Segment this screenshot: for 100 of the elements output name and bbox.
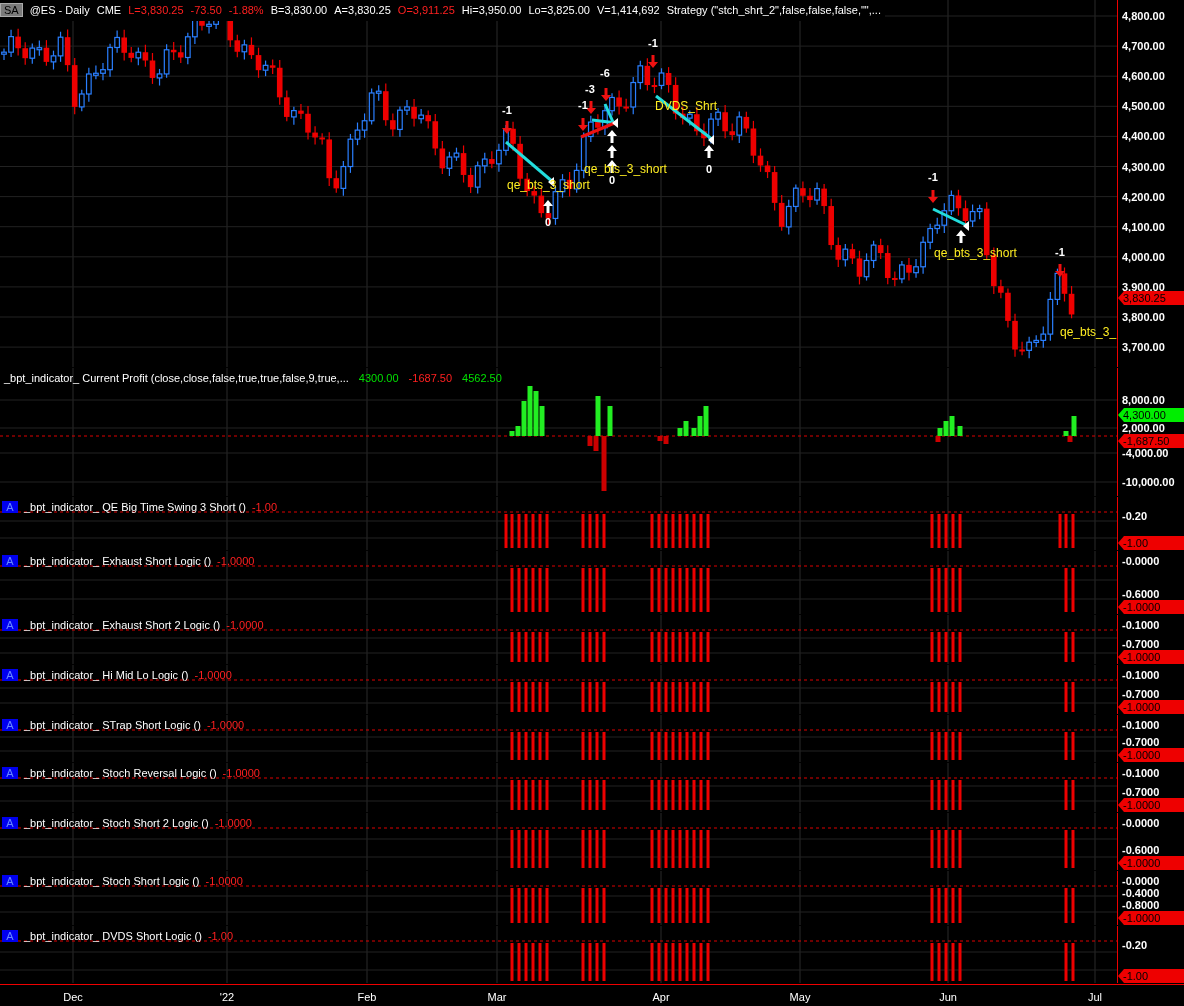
signal-bar — [538, 888, 542, 923]
signal-bar — [664, 830, 668, 868]
signal-bar — [581, 682, 585, 712]
signal-bar — [545, 732, 549, 760]
date-label: Jun — [939, 990, 957, 1005]
signal-bar — [1064, 632, 1068, 662]
signal-bar — [650, 568, 654, 612]
signal-bar — [517, 732, 521, 760]
signal-count: -6 — [600, 68, 610, 79]
signal-bar — [664, 568, 668, 612]
signal-bar — [517, 830, 521, 868]
signal-bar — [958, 943, 962, 981]
signal-bar — [650, 632, 654, 662]
signal-bar — [930, 888, 934, 923]
indicator-value: -1.0000 — [222, 766, 260, 781]
signal-bar — [588, 632, 592, 662]
signal-bar — [671, 732, 675, 760]
signal-bar — [538, 943, 542, 981]
signal-bar — [545, 943, 549, 981]
signal-bar — [1064, 682, 1068, 712]
signal-bar — [538, 632, 542, 662]
signal-bar — [595, 830, 599, 868]
signal-bar — [1064, 830, 1068, 868]
axis-label: 4,200.00 — [1122, 191, 1165, 203]
signal-bar — [588, 780, 592, 810]
signal-bar — [685, 888, 689, 923]
signal-bar — [699, 943, 703, 981]
signal-bar — [588, 830, 592, 868]
axis-label: -0.1000 — [1122, 719, 1160, 731]
signal-label: qe_bts_3_ — [1060, 326, 1117, 338]
indicator-value: -1.0000 — [205, 874, 243, 889]
signal-bar — [581, 780, 585, 810]
signal-bar — [545, 514, 549, 548]
signal-bar — [510, 888, 514, 923]
signal-bar — [958, 780, 962, 810]
value-marker: -1.0000 — [1118, 856, 1184, 870]
signal-bar — [602, 514, 606, 548]
signal-bar — [678, 780, 682, 810]
signal-bar — [510, 780, 514, 810]
signal-bar — [657, 632, 661, 662]
signal-bar — [937, 732, 941, 760]
axis-label: 4,400.00 — [1122, 130, 1165, 142]
signal-bar — [531, 888, 535, 923]
date-label: Dec — [63, 990, 83, 1005]
signal-bar — [678, 514, 682, 548]
indicator-badge: A — [2, 930, 18, 943]
signal-bar — [581, 943, 585, 981]
signal-bar — [650, 943, 654, 981]
signal-bar — [545, 682, 549, 712]
signal-bar — [602, 632, 606, 662]
signal-bar — [602, 830, 606, 868]
signal-bar — [588, 682, 592, 712]
signal-bar — [510, 732, 514, 760]
signal-bar — [1071, 632, 1075, 662]
signal-bar — [678, 568, 682, 612]
signal-bar — [930, 632, 934, 662]
signal-bar — [595, 682, 599, 712]
value-marker: -1.0000 — [1118, 700, 1184, 714]
signal-bar — [531, 943, 535, 981]
axis-label: -0.1000 — [1122, 767, 1160, 779]
signal-bar — [944, 780, 948, 810]
signal-bar — [650, 732, 654, 760]
signal-bar — [951, 514, 955, 548]
axis-label: 4,500.00 — [1122, 100, 1165, 112]
axis-label: -0.20 — [1122, 510, 1148, 522]
signal-bar — [678, 943, 682, 981]
signal-bar — [531, 514, 535, 548]
indicator-value: -1.0000 — [206, 718, 245, 733]
axis-label: -0.4000 — [1122, 887, 1160, 899]
signal-bar — [1071, 732, 1075, 760]
indicator-title: _bpt_indicator_ Exhaust Short 2 Logic () — [24, 618, 221, 633]
signal-bar — [538, 514, 542, 548]
signal-bar — [692, 830, 696, 868]
header-field: Lo=3,825.00 — [528, 2, 590, 19]
signal-bar — [538, 830, 542, 868]
indicator-badge: A — [2, 817, 18, 830]
header-field: B=3,830.00 — [270, 2, 328, 19]
signal-bar — [671, 514, 675, 548]
signal-bar — [581, 632, 585, 662]
indicator-badge: A — [2, 875, 18, 888]
signal-bar — [538, 780, 542, 810]
signal-bar — [602, 568, 606, 612]
signal-bar — [930, 780, 934, 810]
axis-label: -0.7000 — [1122, 688, 1160, 700]
axis-label: -0.7000 — [1122, 638, 1160, 650]
signal-bar — [538, 568, 542, 612]
signal-bar — [602, 780, 606, 810]
signal-bar — [1071, 682, 1075, 712]
indicator-badge: A — [2, 501, 18, 514]
date-label: Mar — [487, 990, 507, 1005]
signal-bar — [524, 888, 528, 923]
signal-bar — [699, 514, 703, 548]
symbol-button[interactable]: SA — [0, 3, 23, 18]
indicator-badge: A — [2, 619, 18, 632]
header-field: @ES - Daily — [29, 2, 90, 19]
signal-bar — [595, 514, 599, 548]
signal-bar — [671, 780, 675, 810]
signal-bar — [1064, 780, 1068, 810]
signal-bar — [531, 632, 535, 662]
signal-bar — [531, 830, 535, 868]
